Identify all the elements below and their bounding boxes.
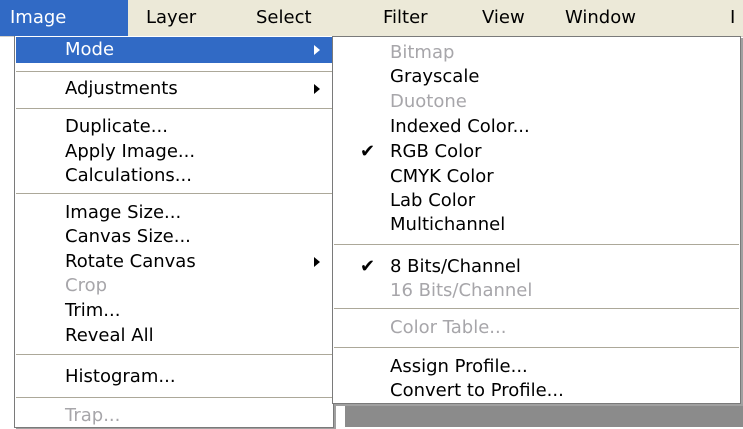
menu-item-adjustments[interactable]: Adjustments <box>16 76 332 102</box>
menu-layer[interactable]: Layer <box>146 0 196 36</box>
mode-item-bitmap[interactable]: Bitmap <box>334 40 739 66</box>
submenu-arrow-icon <box>314 84 320 94</box>
menu-separator <box>334 347 739 348</box>
mode-item-duotone[interactable]: Duotone <box>334 89 739 115</box>
menu-item-histogram-label: Histogram... <box>65 366 176 387</box>
mode-item-16-bits-label: 16 Bits/Channel <box>390 280 533 301</box>
image-menu: Mode Adjustments Duplicate... Apply Imag… <box>14 36 334 428</box>
menu-select[interactable]: Select <box>256 0 312 36</box>
mode-item-bitmap-label: Bitmap <box>390 42 455 63</box>
mode-item-8-bits[interactable]: ✔ 8 Bits/Channel <box>334 254 739 280</box>
mode-item-lab-color-label: Lab Color <box>390 190 476 211</box>
menu-item-mode[interactable]: Mode <box>16 37 332 63</box>
menu-separator <box>16 397 332 398</box>
check-icon: ✔ <box>360 141 376 162</box>
mode-item-grayscale[interactable]: Grayscale <box>334 64 739 90</box>
menu-item-adjustments-label: Adjustments <box>65 78 178 99</box>
menu-view[interactable]: View <box>482 0 525 36</box>
menu-item-trap-label: Trap... <box>65 405 121 426</box>
menu-item-histogram[interactable]: Histogram... <box>16 364 332 390</box>
mode-item-lab-color[interactable]: Lab Color <box>334 188 739 214</box>
mode-item-color-table[interactable]: Color Table... <box>334 315 739 341</box>
menu-separator <box>334 244 739 245</box>
mode-item-cmyk-color-label: CMYK Color <box>390 166 494 187</box>
mode-item-16-bits[interactable]: 16 Bits/Channel <box>334 278 739 304</box>
menu-bar: Image Layer Select Filter View Window I <box>0 0 743 37</box>
menu-item-image-size-label: Image Size... <box>65 202 182 223</box>
menu-item-crop-label: Crop <box>65 275 108 296</box>
mode-item-rgb-color[interactable]: ✔ RGB Color <box>334 139 739 165</box>
submenu-arrow-icon <box>314 257 320 267</box>
menu-truncated[interactable]: I <box>730 0 735 36</box>
menu-item-trap[interactable]: Trap... <box>16 403 332 429</box>
menu-separator <box>16 193 332 194</box>
menu-item-canvas-size-label: Canvas Size... <box>65 226 191 247</box>
menu-item-duplicate[interactable]: Duplicate... <box>16 114 332 140</box>
check-icon: ✔ <box>360 256 376 277</box>
mode-item-duotone-label: Duotone <box>390 91 467 112</box>
mode-item-indexed-color-label: Indexed Color... <box>390 116 530 137</box>
menu-item-image-size[interactable]: Image Size... <box>16 200 332 226</box>
menu-image[interactable]: Image <box>0 0 128 36</box>
mode-item-indexed-color[interactable]: Indexed Color... <box>334 114 739 140</box>
mode-submenu: Bitmap Grayscale Duotone Indexed Color..… <box>332 36 741 404</box>
menu-item-rotate-canvas[interactable]: Rotate Canvas <box>16 249 332 275</box>
menu-item-trim[interactable]: Trim... <box>16 298 332 324</box>
menu-item-apply-image-label: Apply Image... <box>65 141 196 162</box>
menu-item-duplicate-label: Duplicate... <box>65 116 168 137</box>
menu-item-reveal-all-label: Reveal All <box>65 325 154 346</box>
mode-item-grayscale-label: Grayscale <box>390 66 480 87</box>
mode-item-cmyk-color[interactable]: CMYK Color <box>334 164 739 190</box>
mode-item-8-bits-label: 8 Bits/Channel <box>390 256 521 277</box>
canvas-background <box>345 402 743 427</box>
mode-item-multichannel-label: Multichannel <box>390 214 506 235</box>
menu-item-crop[interactable]: Crop <box>16 273 332 299</box>
menu-window[interactable]: Window <box>565 0 636 36</box>
mode-item-rgb-color-label: RGB Color <box>390 141 482 162</box>
submenu-arrow-icon <box>314 45 320 55</box>
menu-item-mode-label: Mode <box>65 39 115 60</box>
mode-item-assign-profile[interactable]: Assign Profile... <box>334 354 739 380</box>
menu-item-canvas-size[interactable]: Canvas Size... <box>16 224 332 250</box>
menu-item-apply-image[interactable]: Apply Image... <box>16 139 332 165</box>
mode-item-multichannel[interactable]: Multichannel <box>334 212 739 238</box>
menu-item-reveal-all[interactable]: Reveal All <box>16 323 332 349</box>
menu-item-calculations[interactable]: Calculations... <box>16 163 332 189</box>
mode-item-convert-to-profile-label: Convert to Profile... <box>390 380 564 401</box>
mode-item-convert-to-profile[interactable]: Convert to Profile... <box>334 378 739 404</box>
menu-item-rotate-canvas-label: Rotate Canvas <box>65 251 196 272</box>
menu-filter[interactable]: Filter <box>383 0 428 36</box>
menu-separator <box>16 354 332 355</box>
menu-separator <box>16 71 332 72</box>
menu-item-calculations-label: Calculations... <box>65 165 192 186</box>
mode-item-assign-profile-label: Assign Profile... <box>390 356 528 377</box>
menu-separator <box>334 308 739 309</box>
menu-item-trim-label: Trim... <box>65 300 121 321</box>
mode-item-color-table-label: Color Table... <box>390 317 507 338</box>
menu-separator <box>16 108 332 109</box>
